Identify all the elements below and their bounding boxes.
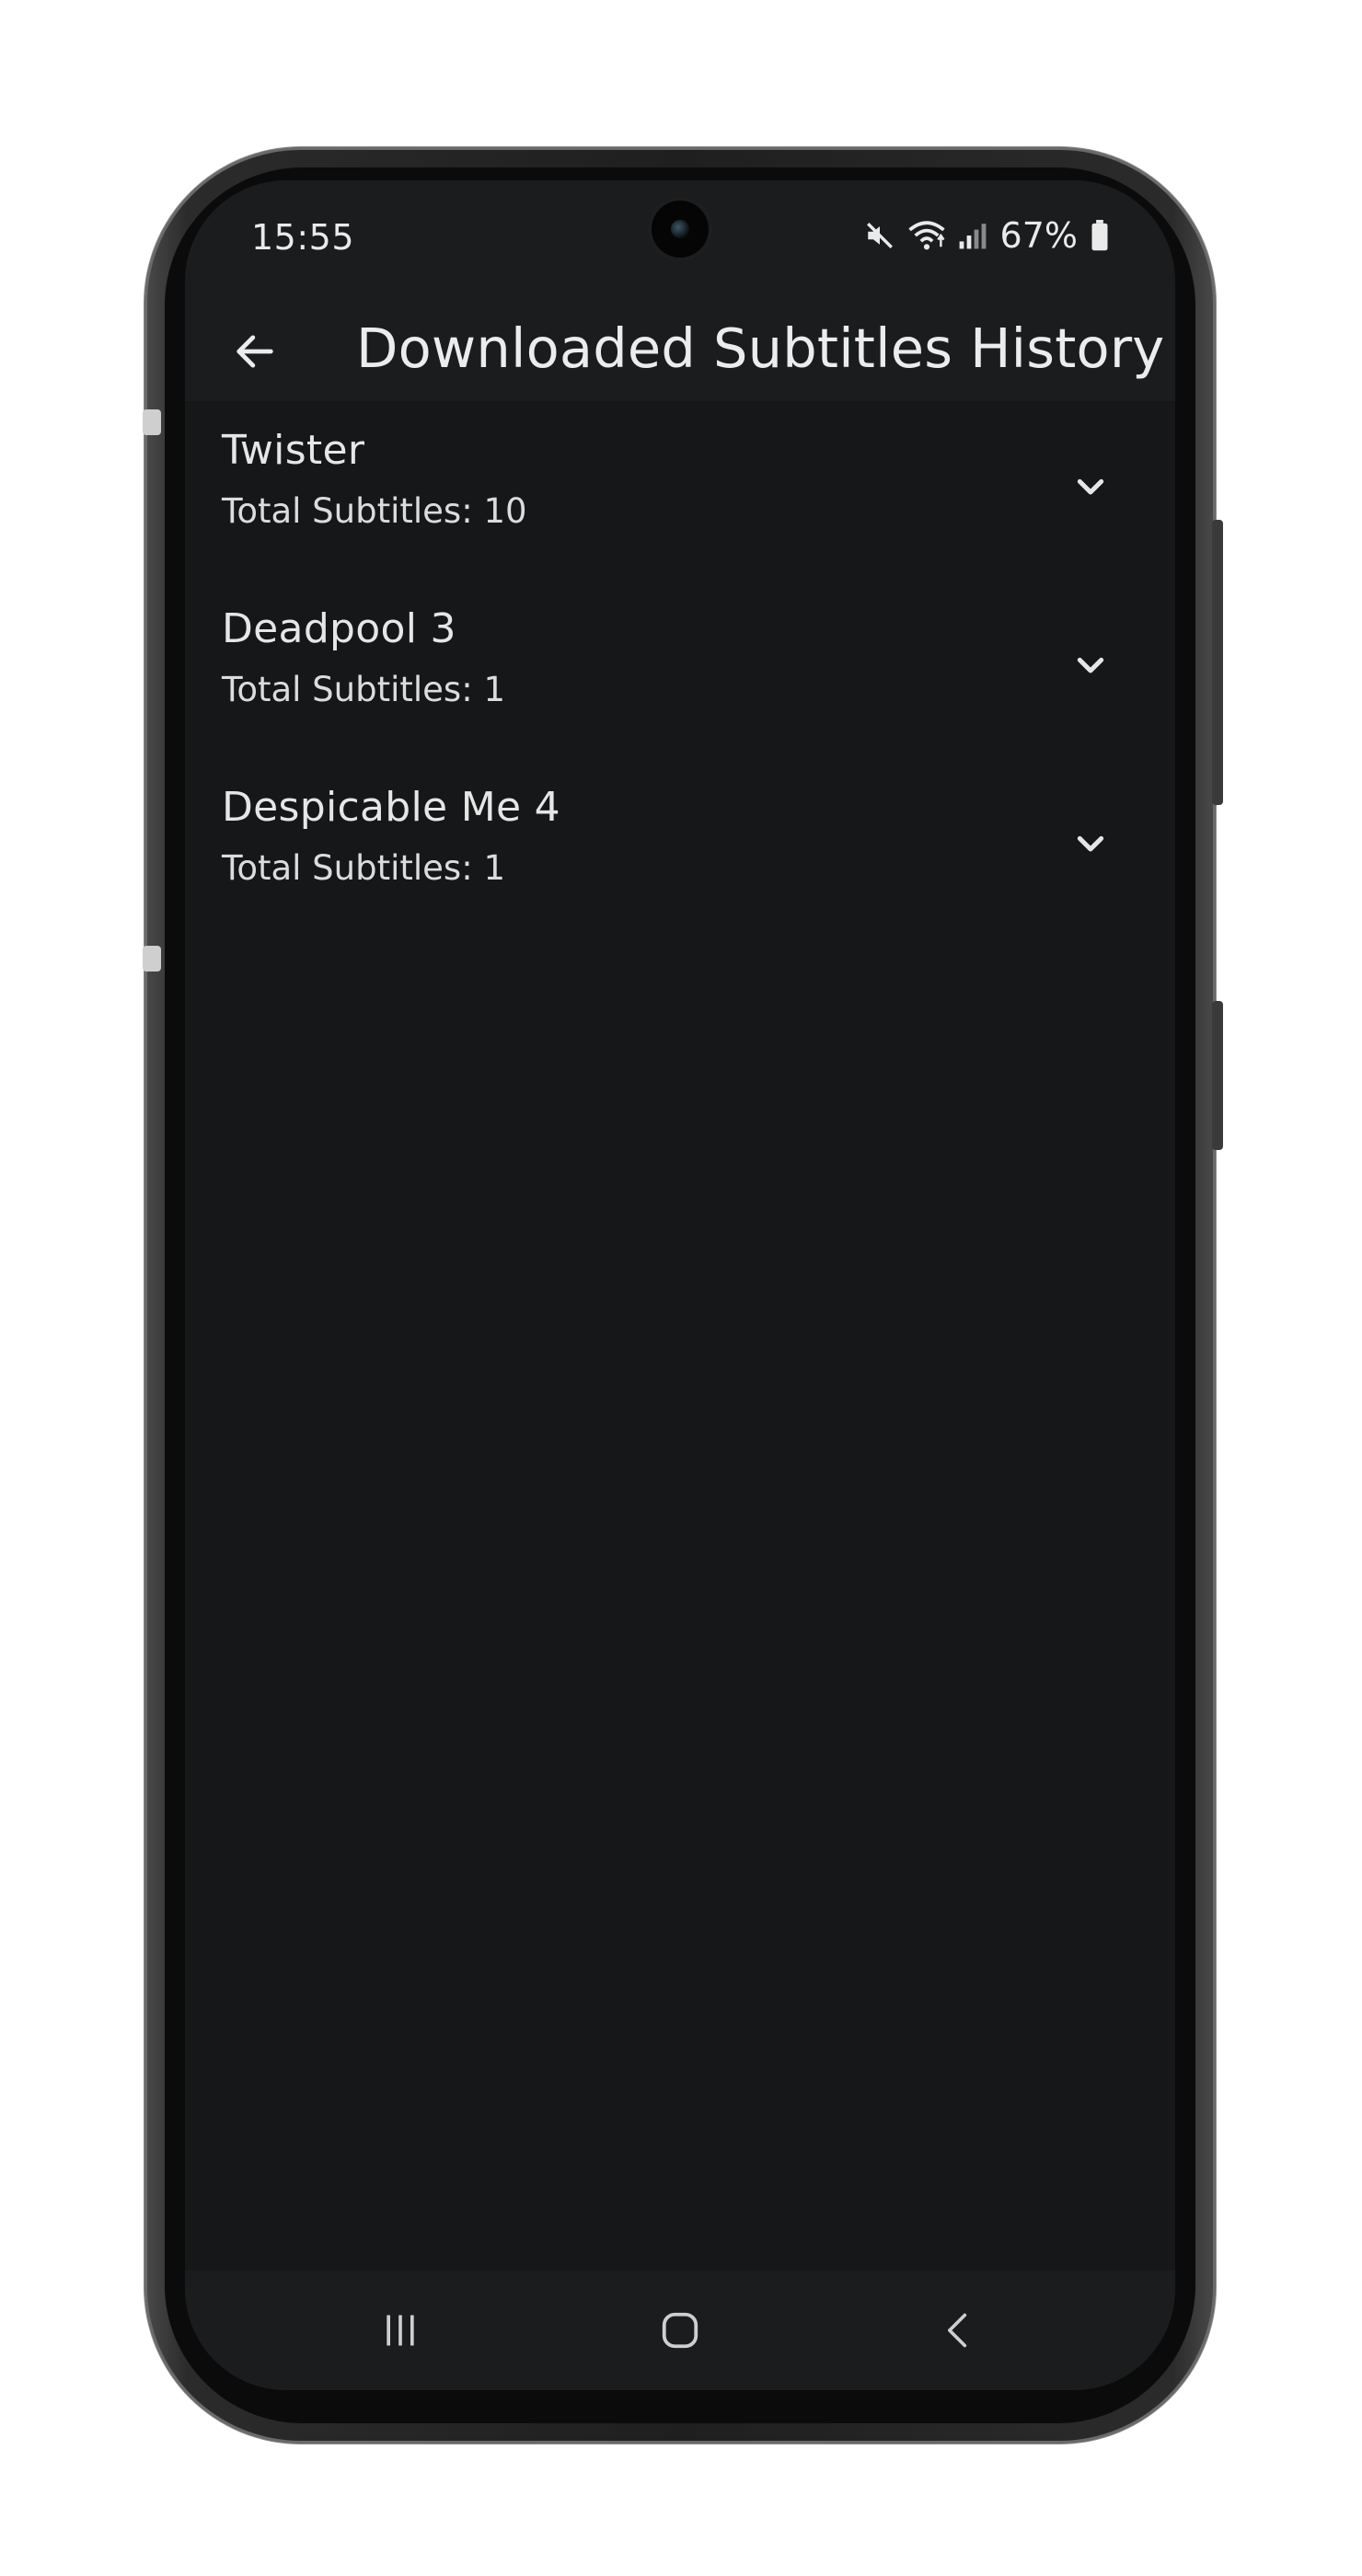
- history-item-title: Twister: [222, 427, 365, 474]
- home-button[interactable]: [643, 2298, 717, 2363]
- front-camera: [652, 201, 709, 258]
- power-button: [1212, 1001, 1223, 1150]
- history-item-twister[interactable]: Twister Total Subtitles: 10: [185, 401, 1175, 580]
- recents-icon: [387, 2315, 414, 2346]
- back-nav-icon: [948, 2313, 967, 2348]
- left-edge-marker: [143, 409, 161, 435]
- expand-button[interactable]: [1070, 824, 1111, 865]
- navigation-bar: [185, 2271, 1175, 2390]
- history-item-count: Total Subtitles: 1: [222, 670, 505, 709]
- history-list: Twister Total Subtitles: 10 Deadpool 3 T…: [185, 401, 1175, 937]
- page-title: Downloaded Subtitles History: [356, 316, 1165, 380]
- left-edge-marker-2: [143, 946, 161, 972]
- history-item-despicable-me-4[interactable]: Despicable Me 4 Total Subtitles: 1: [185, 758, 1175, 937]
- mute-icon: [866, 223, 893, 248]
- chevron-down-icon: [1077, 835, 1104, 852]
- expand-button[interactable]: [1070, 467, 1111, 508]
- home-icon: [662, 2312, 698, 2349]
- wifi-icon: [907, 221, 945, 250]
- history-item-deadpool-3[interactable]: Deadpool 3 Total Subtitles: 1: [185, 580, 1175, 758]
- back-button[interactable]: [218, 315, 292, 388]
- status-bar: 15:55 67%: [185, 180, 1175, 296]
- recents-button[interactable]: [364, 2298, 437, 2363]
- history-item-count: Total Subtitles: 10: [222, 491, 527, 531]
- volume-button: [1212, 520, 1223, 805]
- status-icons: 67%: [864, 213, 1109, 258]
- status-time: 15:55: [251, 217, 355, 258]
- history-item-count: Total Subtitles: 1: [222, 848, 505, 888]
- screen: 15:55 67% Downloaded Subtitles History T…: [185, 180, 1175, 2390]
- chevron-down-icon: [1077, 478, 1104, 495]
- back-nav-button[interactable]: [921, 2298, 995, 2363]
- app-bar: Downloaded Subtitles History: [185, 296, 1175, 401]
- history-item-title: Despicable Me 4: [222, 784, 560, 831]
- battery-level: 67%: [999, 215, 1078, 256]
- signal-icon: [959, 224, 986, 249]
- history-item-title: Deadpool 3: [222, 605, 456, 652]
- expand-button[interactable]: [1070, 646, 1111, 686]
- arrow-back-icon: [237, 335, 273, 368]
- chevron-down-icon: [1077, 657, 1104, 673]
- battery-icon: [1091, 220, 1108, 251]
